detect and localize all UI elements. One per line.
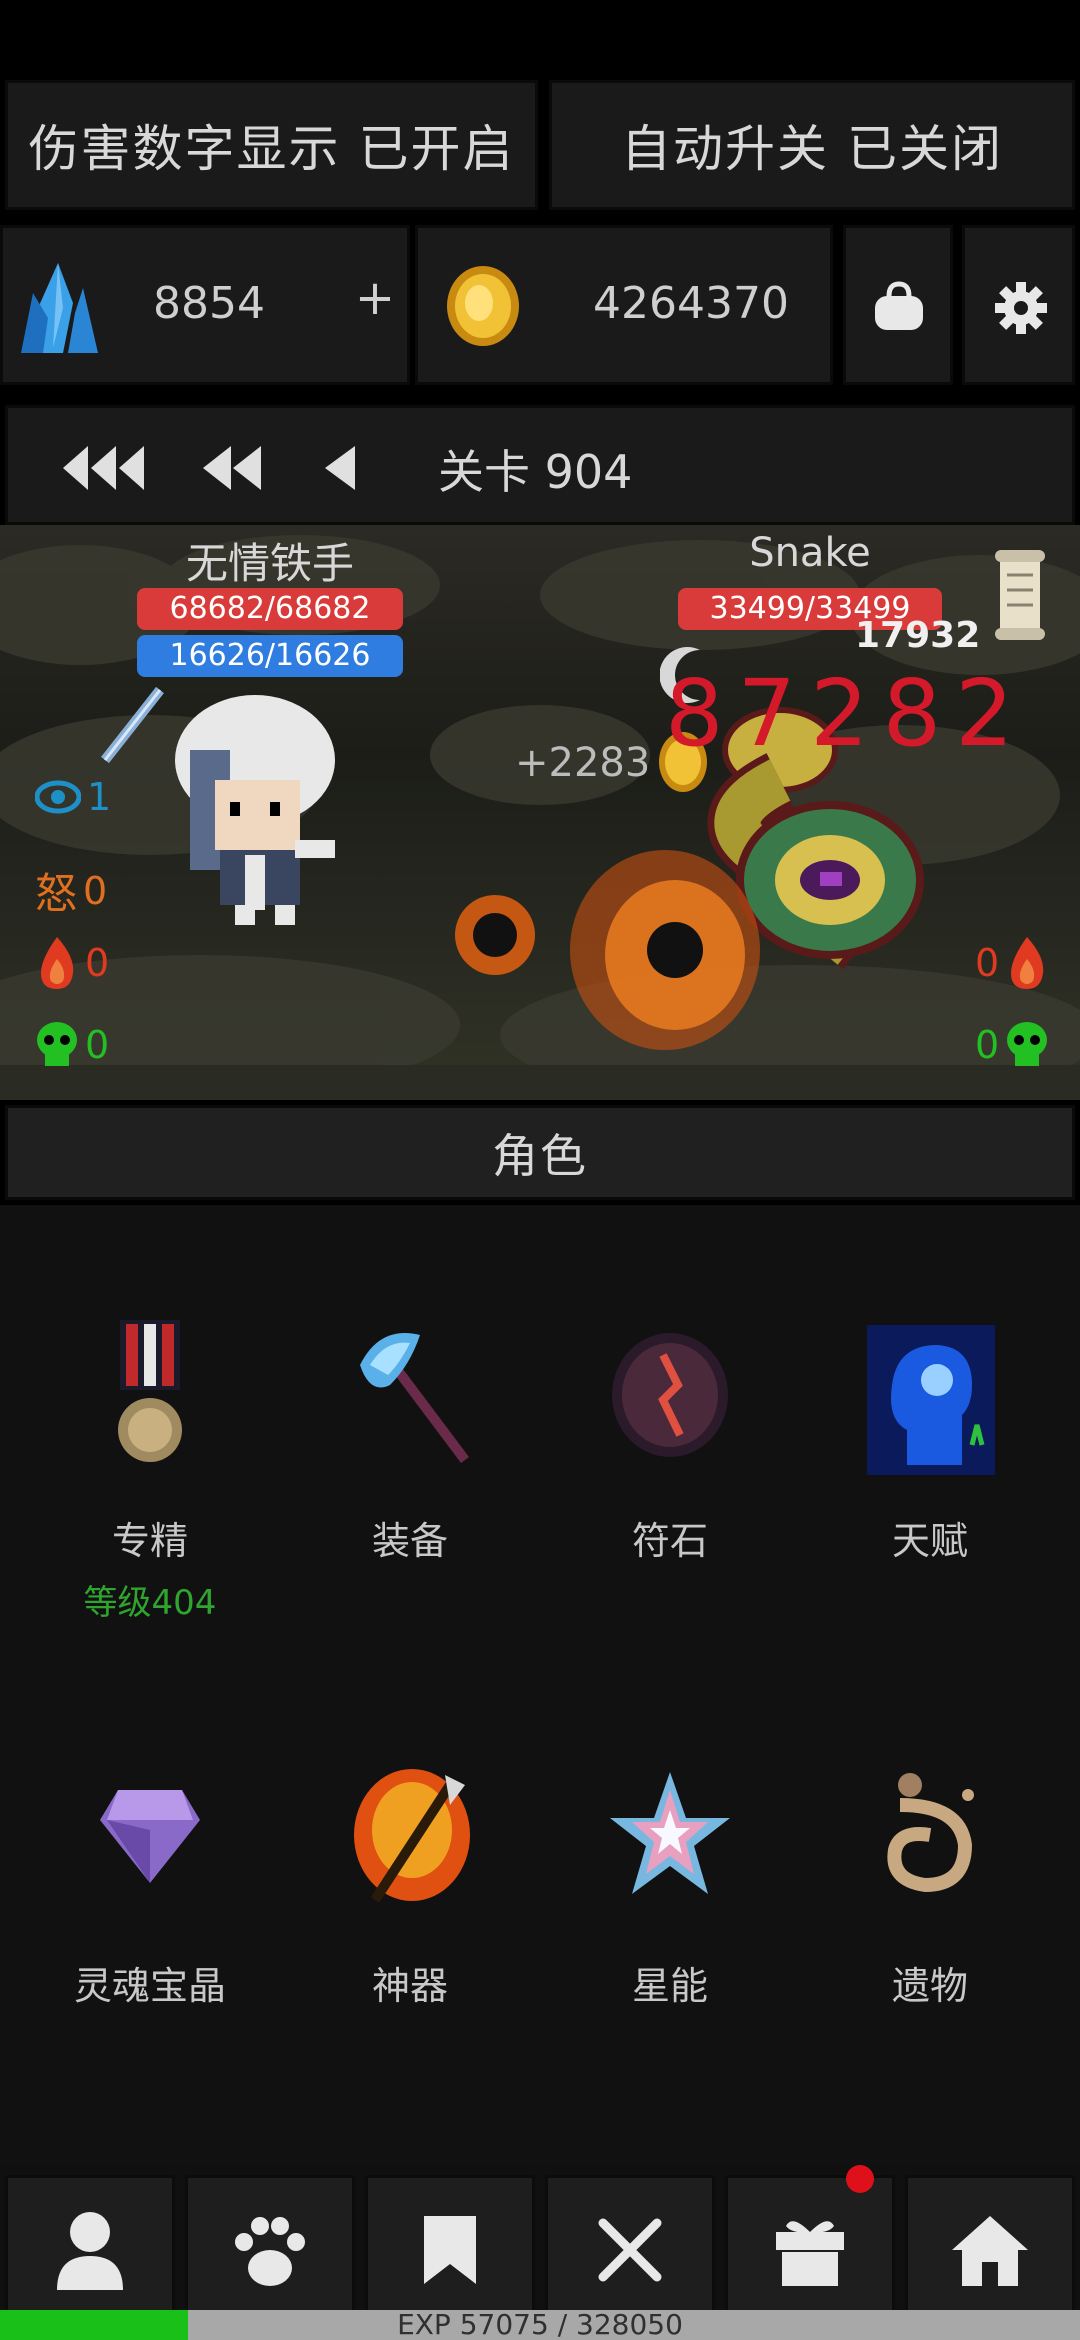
settings-button[interactable] [962, 225, 1075, 385]
crossed-swords-icon [598, 2218, 662, 2282]
damage-number-small: 17932 [855, 615, 981, 656]
person-icon [57, 2212, 123, 2290]
back-double-icon[interactable] [203, 443, 265, 493]
fire-icon [41, 937, 74, 989]
crystal-count: 8854 [153, 278, 265, 329]
enemy-stat-poison: 0 [975, 1020, 1049, 1070]
nav-gift-button[interactable] [725, 2175, 895, 2325]
nav-battle-button[interactable] [545, 2175, 715, 2325]
stat-rage: 怒 0 [35, 860, 107, 921]
menu-label-relic: 遗物 [891, 1964, 968, 2008]
stat-poison: 0 [35, 1020, 109, 1070]
exp-bar: EXP 57075 / 328050 [0, 2310, 1080, 2340]
back-single-icon[interactable] [323, 443, 363, 493]
menu-item-soul-gem[interactable]: 灵魂宝晶 [50, 1760, 250, 2020]
axe-icon [360, 1333, 469, 1463]
star-energy-icon [610, 1772, 730, 1894]
scroll-icon[interactable] [985, 545, 1055, 645]
fire-vortex-right [570, 850, 760, 1050]
menu-label-artifact: 神器 [371, 1964, 448, 2008]
rune-stone-icon [612, 1333, 728, 1457]
menu-label-runestone: 符石 [631, 1519, 708, 1563]
nav-home-button[interactable] [905, 2175, 1075, 2325]
menu-item-relic[interactable]: 遗物 [830, 1760, 1030, 2020]
crystal-icon [21, 263, 98, 353]
paw-icon [235, 2217, 305, 2286]
nav-character-button[interactable] [5, 2175, 175, 2325]
player-mp-bar: 16626/16626 [137, 635, 403, 677]
stat-fire: 0 [35, 935, 109, 991]
gold-gain-text: +2283 [515, 740, 651, 786]
bag-icon [875, 281, 923, 330]
artifact-icon [354, 1769, 470, 1903]
menu-item-runestone[interactable]: 符石 [570, 1310, 770, 1570]
enemy-name: Snake [749, 530, 871, 576]
soul-gem-icon [100, 1790, 200, 1883]
gold-count: 4264370 [593, 278, 789, 329]
gift-icon [776, 2221, 844, 2286]
talent-head-icon [867, 1325, 995, 1475]
exp-text: EXP 57075 / 328050 [397, 2310, 683, 2340]
menu-item-artifact[interactable]: 神器 [310, 1760, 510, 2020]
stat-poison-value: 0 [85, 1023, 110, 1067]
enemy-stat-poison-value: 0 [975, 1023, 1000, 1067]
stage-label: 关卡 904 [438, 445, 633, 499]
auto-upgrade-toggle[interactable]: 自动升关 已关闭 [549, 80, 1075, 210]
stat-eye: 1 [35, 775, 111, 819]
stat-fire-value: 0 [85, 941, 110, 985]
enemy-stat-fire-value: 0 [975, 941, 1000, 985]
relic-icon [887, 1773, 974, 1893]
gear-icon [995, 282, 1047, 334]
home-icon [952, 2216, 1028, 2286]
menu-item-star-energy[interactable]: 星能 [570, 1760, 770, 2020]
bookmark-icon [424, 2216, 476, 2284]
back-triple-icon[interactable] [63, 443, 148, 493]
specialization-level: 等级404 [83, 1583, 217, 1623]
section-tab[interactable]: 角色 [5, 1105, 1075, 1200]
section-tab-label: 角色 [492, 1128, 588, 1183]
player-name: 无情铁手 [185, 539, 354, 588]
menu-label-talent: 天赋 [891, 1519, 968, 1563]
damage-number-big: 87282 [665, 660, 1028, 767]
eye-icon [35, 780, 81, 814]
battle-scene: 无情铁手 68682/68682 16626/16626 Snake 33499… [0, 525, 1080, 1100]
fire-icon [1011, 937, 1044, 989]
nav-bookmark-button[interactable] [365, 2175, 535, 2325]
damage-number-toggle-label: 伤害数字显示 已开启 [28, 120, 515, 178]
gold-coin-icon [447, 266, 519, 346]
skull-icon [37, 1022, 77, 1066]
gift-notification-dot [846, 2165, 874, 2193]
skull-icon [1007, 1022, 1048, 1066]
nav-pet-button[interactable] [185, 2175, 355, 2325]
player-mp-text: 16626/16626 [169, 638, 371, 673]
menu-label-specialization: 专精 [111, 1519, 188, 1563]
enemy-stat-fire: 0 [975, 935, 1049, 991]
menu-label-soul-gem: 灵魂宝晶 [73, 1964, 226, 2008]
stat-rage-value: 0 [83, 868, 108, 913]
auto-upgrade-toggle-label: 自动升关 已关闭 [621, 120, 1003, 178]
medal-icon [118, 1320, 182, 1462]
buy-crystals-button[interactable]: + [345, 270, 405, 340]
damage-number-toggle[interactable]: 伤害数字显示 已开启 [5, 80, 538, 210]
player-character [175, 695, 335, 925]
stage-bar: 关卡 904 [5, 405, 1075, 525]
menu-label-star-energy: 星能 [631, 1964, 708, 2008]
stat-eye-value: 1 [87, 775, 112, 819]
bag-button[interactable] [843, 225, 953, 385]
menu-item-specialization[interactable]: 专精 等级404 [50, 1310, 250, 1650]
gold-panel: 4264370 [415, 225, 833, 385]
menu-item-equipment[interactable]: 装备 [310, 1310, 510, 1570]
menu-item-talent[interactable]: 天赋 [830, 1310, 1030, 1570]
menu-label-equipment: 装备 [371, 1519, 448, 1563]
fire-vortex-left [455, 895, 535, 975]
player-hp-bar: 68682/68682 [137, 588, 403, 630]
player-hp-text: 68682/68682 [169, 591, 371, 626]
rage-icon: 怒 [35, 869, 78, 918]
